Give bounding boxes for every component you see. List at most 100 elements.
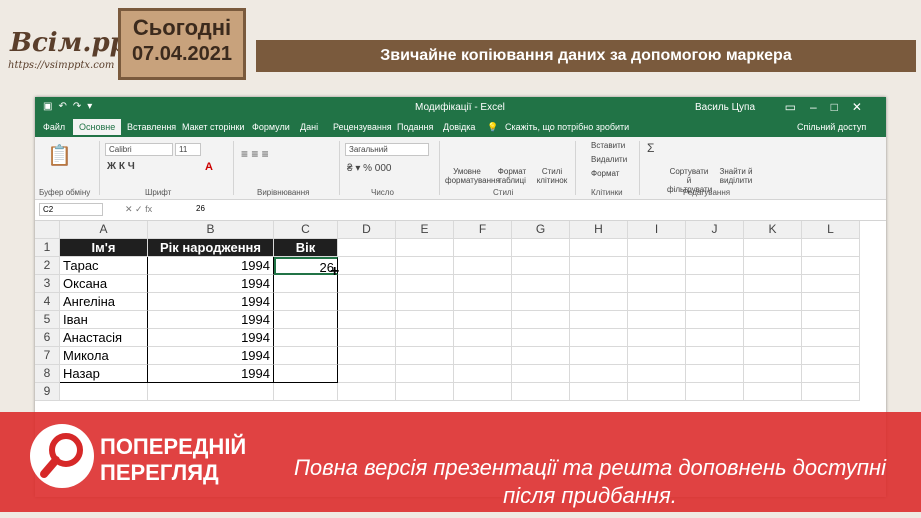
- table-header-cell[interactable]: Рік народження: [148, 239, 274, 257]
- select-all-corner[interactable]: [35, 221, 60, 239]
- font-name-select[interactable]: Calibri: [105, 143, 173, 156]
- cell[interactable]: [628, 293, 686, 311]
- cell[interactable]: [744, 347, 802, 365]
- table-cell[interactable]: 1994: [148, 257, 274, 275]
- number-format-select[interactable]: Загальний: [345, 143, 429, 156]
- table-cell[interactable]: [274, 365, 338, 383]
- cell[interactable]: [570, 239, 628, 257]
- cell[interactable]: [454, 347, 512, 365]
- cell[interactable]: [338, 383, 396, 401]
- cell[interactable]: [512, 311, 570, 329]
- cell[interactable]: [628, 257, 686, 275]
- cell[interactable]: [628, 275, 686, 293]
- cell[interactable]: [802, 275, 860, 293]
- fx-icon[interactable]: ✕ ✓ fx: [125, 204, 152, 215]
- table-cell[interactable]: [274, 311, 338, 329]
- tab-view[interactable]: Подання: [397, 122, 433, 132]
- cell[interactable]: [338, 365, 396, 383]
- cell[interactable]: [512, 275, 570, 293]
- selected-cell-c2[interactable]: 26: [274, 257, 338, 275]
- cell[interactable]: [570, 275, 628, 293]
- cell[interactable]: [454, 383, 512, 401]
- column-header-i[interactable]: I: [628, 221, 686, 239]
- column-header-h[interactable]: H: [570, 221, 628, 239]
- table-header-cell[interactable]: Вік: [274, 239, 338, 257]
- name-box[interactable]: C2: [39, 203, 103, 216]
- cell[interactable]: [570, 365, 628, 383]
- cell[interactable]: [802, 239, 860, 257]
- fill-handle-cursor-icon[interactable]: +: [330, 263, 339, 281]
- user-name[interactable]: Василь Цупа: [695, 102, 755, 113]
- insert-cells-button[interactable]: Вставити: [591, 141, 625, 150]
- cell[interactable]: [802, 347, 860, 365]
- find-select-button[interactable]: Знайти й виділити: [717, 167, 755, 185]
- cell[interactable]: [744, 311, 802, 329]
- tab-page-layout[interactable]: Макет сторінки: [182, 122, 244, 132]
- cell[interactable]: [628, 365, 686, 383]
- cell[interactable]: [744, 275, 802, 293]
- cell[interactable]: [628, 311, 686, 329]
- table-cell[interactable]: Микола: [60, 347, 148, 365]
- cell[interactable]: [802, 257, 860, 275]
- cell[interactable]: [148, 383, 274, 401]
- cell[interactable]: [744, 329, 802, 347]
- cell[interactable]: [454, 329, 512, 347]
- cell[interactable]: [396, 293, 454, 311]
- cell[interactable]: [396, 383, 454, 401]
- tab-help[interactable]: Довідка: [443, 122, 475, 132]
- table-cell[interactable]: Назар: [60, 365, 148, 383]
- tab-formulas[interactable]: Формули: [252, 122, 290, 132]
- row-header-5[interactable]: 5: [35, 311, 60, 329]
- row-header-4[interactable]: 4: [35, 293, 60, 311]
- tell-me-box[interactable]: Скажіть, що потрібно зробити: [505, 122, 629, 132]
- cell[interactable]: [396, 257, 454, 275]
- cell[interactable]: [512, 257, 570, 275]
- cell[interactable]: [686, 275, 744, 293]
- cell[interactable]: [338, 257, 396, 275]
- table-cell[interactable]: [274, 275, 338, 293]
- cell[interactable]: [338, 311, 396, 329]
- delete-cells-button[interactable]: Видалити: [591, 155, 627, 164]
- cell[interactable]: [686, 239, 744, 257]
- cell[interactable]: [744, 239, 802, 257]
- cell[interactable]: [512, 329, 570, 347]
- table-cell[interactable]: Оксана: [60, 275, 148, 293]
- cell[interactable]: [686, 311, 744, 329]
- cell[interactable]: [338, 239, 396, 257]
- conditional-format-button[interactable]: Умовне форматування: [445, 167, 500, 185]
- quick-access-toolbar[interactable]: ▣↶↷▾: [43, 101, 98, 112]
- cell[interactable]: [570, 293, 628, 311]
- table-cell[interactable]: [274, 347, 338, 365]
- row-header-3[interactable]: 3: [35, 275, 60, 293]
- column-header-l[interactable]: L: [802, 221, 860, 239]
- cell[interactable]: [338, 275, 396, 293]
- column-header-d[interactable]: D: [338, 221, 396, 239]
- autosum-icon[interactable]: Σ: [647, 141, 654, 155]
- row-header-2[interactable]: 2: [35, 257, 60, 275]
- cell[interactable]: [396, 347, 454, 365]
- cell[interactable]: [396, 239, 454, 257]
- cell[interactable]: [686, 383, 744, 401]
- cell[interactable]: [802, 383, 860, 401]
- cell[interactable]: [396, 329, 454, 347]
- window-controls-icon[interactable]: ▭–□✕: [785, 100, 876, 114]
- cell[interactable]: [396, 311, 454, 329]
- column-header-a[interactable]: A: [60, 221, 148, 239]
- cell[interactable]: [686, 329, 744, 347]
- format-table-button[interactable]: Формат таблиці: [493, 167, 531, 185]
- cell[interactable]: [686, 257, 744, 275]
- row-header-7[interactable]: 7: [35, 347, 60, 365]
- tab-review[interactable]: Рецензування: [333, 122, 392, 132]
- cell[interactable]: [570, 383, 628, 401]
- cell[interactable]: [396, 275, 454, 293]
- cell[interactable]: [744, 383, 802, 401]
- cell[interactable]: [686, 347, 744, 365]
- tab-insert[interactable]: Вставлення: [127, 122, 176, 132]
- cell[interactable]: [454, 293, 512, 311]
- table-header-cell[interactable]: Ім'я: [60, 239, 148, 257]
- bold-italic-underline-icon[interactable]: Ж К Ч: [107, 161, 135, 172]
- table-cell[interactable]: Ангеліна: [60, 293, 148, 311]
- cell[interactable]: [338, 293, 396, 311]
- cell[interactable]: [744, 257, 802, 275]
- column-header-b[interactable]: B: [148, 221, 274, 239]
